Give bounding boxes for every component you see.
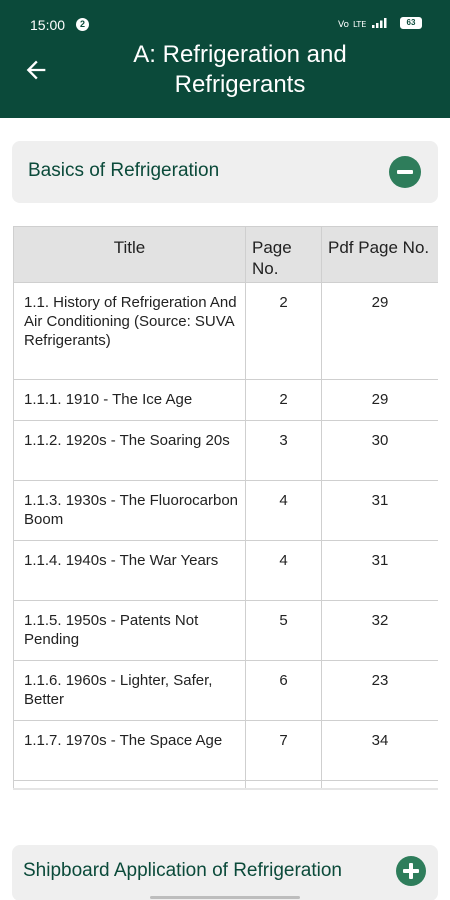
contents-table: Title Page No. Pdf Page No. 1.1. History…: [13, 226, 438, 788]
row-title: [13, 780, 246, 788]
table-row[interactable]: 1.1.6. 1960s - Lighter, Safer, Better 6 …: [13, 660, 438, 721]
row-page-no: 2: [245, 379, 322, 421]
row-page-no: [245, 780, 322, 788]
section-title: Shipboard Application of Refrigeration: [23, 860, 342, 881]
row-pdf-page-no: 23: [321, 660, 438, 721]
row-title: 1.1.6. 1960s - Lighter, Safer, Better: [13, 660, 246, 721]
row-pdf-page-no: 32: [321, 600, 438, 661]
gesture-nav-handle[interactable]: [150, 896, 300, 899]
table-row[interactable]: 1.1.4. 1940s - The War Years 4 31: [13, 540, 438, 601]
row-title: 1.1.5. 1950s - Patents Not Pending: [13, 600, 246, 661]
row-pdf-page-no: [321, 780, 438, 788]
battery-icon: 63: [400, 17, 422, 29]
header-pdf-page-no: Pdf Page No.: [321, 226, 438, 283]
status-time: 15:00: [30, 17, 66, 33]
table-row[interactable]: 1.1.2. 1920s - The Soaring 20s 3 30: [13, 420, 438, 481]
table-row[interactable]: 1.1. History of Refrigeration And Air Co…: [13, 282, 438, 380]
row-pdf-page-no: 34: [321, 720, 438, 781]
row-title: 1.1.2. 1920s - The Soaring 20s: [13, 420, 246, 481]
svg-text:Vo: Vo: [338, 20, 349, 29]
row-title: 1.1.3. 1930s - The Fluorocarbon Boom: [13, 480, 246, 541]
table-scroll-edge: [13, 788, 438, 790]
row-page-no: 3: [245, 420, 322, 481]
row-page-no: 4: [245, 480, 322, 541]
row-title: 1.1.4. 1940s - The War Years: [13, 540, 246, 601]
header-title: Title: [13, 226, 246, 283]
row-title: 1.1.7. 1970s - The Space Age: [13, 720, 246, 781]
plus-bar-vertical: [409, 863, 413, 879]
row-page-no: 6: [245, 660, 322, 721]
row-pdf-page-no: 31: [321, 480, 438, 541]
row-page-no: 2: [245, 282, 322, 380]
table-row[interactable]: 1.1.7. 1970s - The Space Age 7 34: [13, 720, 438, 781]
plus-circle-icon[interactable]: [396, 856, 426, 886]
status-bar: 15:00 2 Vo LTE 63: [0, 0, 450, 38]
row-pdf-page-no: 31: [321, 540, 438, 601]
section-shipboard-application[interactable]: Shipboard Application of Refrigeration: [12, 845, 438, 900]
row-pdf-page-no: 30: [321, 420, 438, 481]
table-header-row: Title Page No. Pdf Page No.: [13, 226, 438, 283]
row-title: 1.1.1. 1910 - The Ice Age: [13, 379, 246, 421]
row-page-no: 7: [245, 720, 322, 781]
app-bar: A: Refrigeration and Refrigerants: [0, 38, 450, 118]
minus-circle-icon[interactable]: [389, 156, 421, 188]
row-page-no: 4: [245, 540, 322, 601]
row-page-no: 5: [245, 600, 322, 661]
table-row[interactable]: 1.1.5. 1950s - Patents Not Pending 5 32: [13, 600, 438, 661]
table-row[interactable]: 1.1.1. 1910 - The Ice Age 2 29: [13, 379, 438, 421]
row-pdf-page-no: 29: [321, 282, 438, 380]
section-title: Basics of Refrigeration: [28, 160, 220, 181]
row-title: 1.1. History of Refrigeration And Air Co…: [13, 282, 246, 380]
signal-icon: Vo LTE: [338, 18, 387, 29]
row-pdf-page-no: 29: [321, 379, 438, 421]
page-title: A: Refrigeration and Refrigerants: [133, 41, 347, 98]
table-row[interactable]: 1.1.3. 1930s - The Fluorocarbon Boom 4 3…: [13, 480, 438, 541]
section-basics-of-refrigeration[interactable]: Basics of Refrigeration: [12, 141, 438, 203]
header-page-no: Page No.: [245, 226, 322, 283]
table-row[interactable]: [13, 780, 438, 788]
svg-text:LTE: LTE: [353, 20, 366, 29]
arrow-left-icon[interactable]: [22, 56, 50, 84]
notification-badge-icon: 2: [76, 18, 89, 31]
status-indicators: Vo LTE 63: [338, 17, 422, 29]
minus-bar: [397, 170, 413, 174]
